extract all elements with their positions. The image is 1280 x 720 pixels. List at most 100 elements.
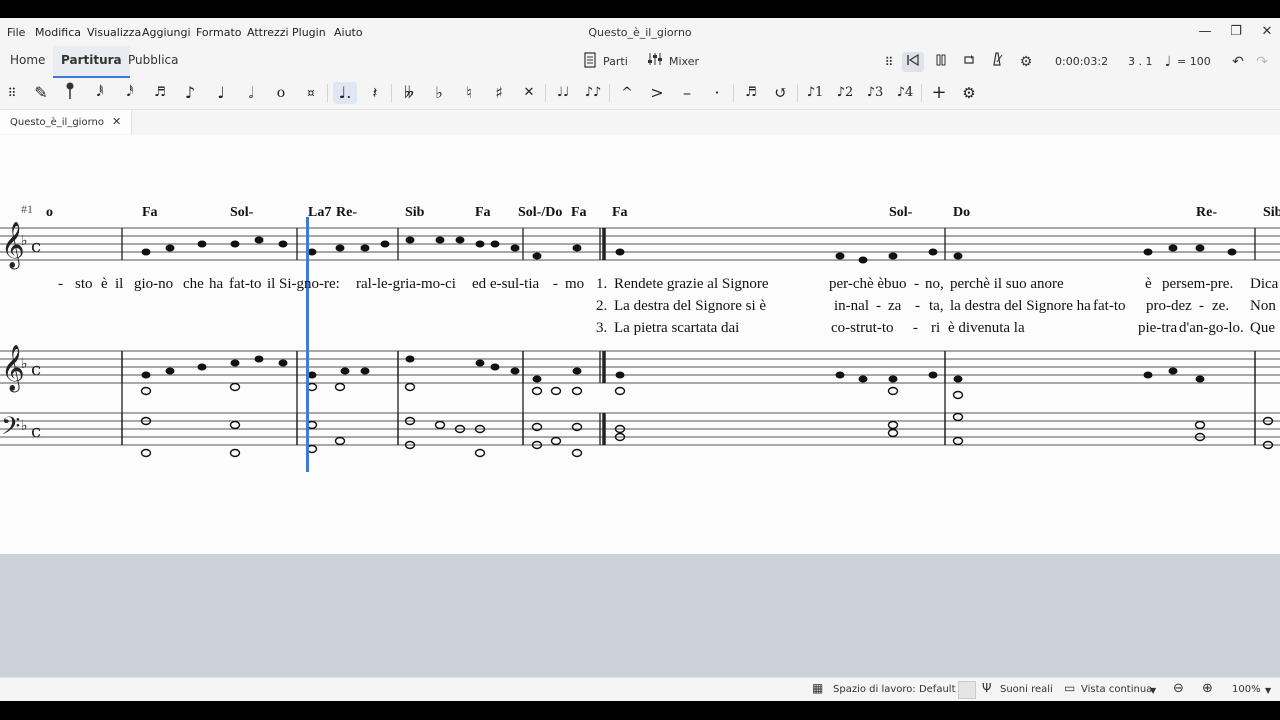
- pencil-icon[interactable]: ✎: [29, 82, 53, 104]
- natural-icon[interactable]: ♮: [457, 82, 481, 104]
- undo-icon[interactable]: ↶: [1227, 52, 1249, 72]
- lyric-syllable[interactable]: za: [888, 298, 901, 315]
- lyric-syllable[interactable]: no,: [925, 276, 944, 293]
- lyric-syllable[interactable]: Dica: [1250, 276, 1278, 293]
- tenuto-icon[interactable]: –: [675, 82, 699, 104]
- chord-symbol[interactable]: Do: [953, 205, 970, 221]
- lyric-syllable[interactable]: -: [1199, 298, 1204, 315]
- lyric-syllable[interactable]: in-nal: [834, 298, 869, 315]
- tempo-value[interactable]: = 100: [1177, 55, 1211, 68]
- sixteenth-note-icon[interactable]: ♬: [148, 82, 172, 104]
- voice-2-icon[interactable]: ♪2: [833, 82, 857, 104]
- note-input-mode-icon[interactable]: [58, 82, 82, 104]
- whole-note-icon[interactable]: o: [269, 82, 293, 104]
- menu-plugin[interactable]: Plugin: [292, 26, 326, 39]
- lyric-syllable[interactable]: il: [115, 276, 123, 293]
- half-note-icon[interactable]: 𝅗𝅥: [239, 82, 263, 104]
- staccato-icon[interactable]: ·: [705, 82, 729, 104]
- tab-partitura[interactable]: Partitura: [53, 46, 130, 78]
- lyric-syllable[interactable]: il: [267, 276, 275, 293]
- lyric-syllable[interactable]: buo: [884, 276, 907, 293]
- chord-symbol[interactable]: Fa: [475, 205, 491, 221]
- chord-symbol[interactable]: Sol-: [230, 205, 253, 221]
- zoom-in-icon[interactable]: ⊕: [1202, 681, 1213, 696]
- lyric-syllable[interactable]: La pietra scartata dai: [614, 320, 739, 337]
- chord-symbol[interactable]: Sol-/Do: [518, 205, 562, 221]
- zoom-out-icon[interactable]: ⊖: [1173, 681, 1184, 696]
- lyric-syllable[interactable]: ral-le-gria-mo-ci: [356, 276, 456, 293]
- thirtysecond-note-icon[interactable]: 𝅘𝅥𝅰: [118, 82, 142, 104]
- menu-visualizza[interactable]: Visualizza: [87, 26, 141, 39]
- lyric-syllable[interactable]: pro-dez: [1146, 298, 1192, 315]
- lyric-syllable[interactable]: sto: [75, 276, 93, 293]
- lyric-syllable[interactable]: è: [101, 276, 108, 293]
- chord-symbol[interactable]: Re-: [1196, 205, 1217, 221]
- minimize-button[interactable]: —: [1190, 22, 1220, 42]
- rewind-icon[interactable]: [902, 52, 924, 72]
- lyric-syllable[interactable]: perchè il suo anore: [950, 276, 1064, 293]
- lyric-syllable[interactable]: che: [183, 276, 204, 293]
- lyric-syllable[interactable]: La destra del Signore si è: [614, 298, 766, 315]
- voice-1-icon[interactable]: ♪1: [803, 82, 827, 104]
- double-flat-icon[interactable]: 𝄫: [397, 82, 421, 104]
- voice-4-icon[interactable]: ♪4: [893, 82, 917, 104]
- chord-symbol[interactable]: Sib: [405, 205, 424, 221]
- lyric-syllable[interactable]: Que: [1250, 320, 1275, 337]
- slur-icon[interactable]: ♪♪: [581, 82, 605, 104]
- loop-icon[interactable]: [958, 52, 980, 72]
- lyric-syllable[interactable]: e-sul-tia: [490, 276, 539, 293]
- marcato-icon[interactable]: ^: [615, 82, 639, 104]
- score-canvas[interactable]: 𝄞 ♭ c 𝄞 ♭ c 𝄢 ♭ c #1 o Fa Sol- La7 Re- Sib Fa So…: [0, 135, 1280, 554]
- chord-symbol[interactable]: Sol-: [889, 205, 912, 221]
- lyric-syllable[interactable]: Rendete grazie al Signore: [614, 276, 769, 293]
- breve-note-icon[interactable]: ¤: [299, 82, 323, 104]
- lyric-syllable[interactable]: -: [58, 276, 63, 293]
- document-tab[interactable]: Questo_è_il_giorno ✕: [0, 110, 133, 134]
- menu-formato[interactable]: Formato: [196, 26, 242, 39]
- lyric-syllable[interactable]: ze.: [1212, 298, 1229, 315]
- chord-symbol[interactable]: Sib: [1263, 205, 1280, 221]
- drag-handle-icon[interactable]: ⠿: [0, 82, 24, 104]
- flip-direction-icon[interactable]: ↺: [769, 82, 793, 104]
- voice-3-icon[interactable]: ♪3: [863, 82, 887, 104]
- quarter-note-icon[interactable]: ♩: [209, 82, 233, 104]
- menu-aggiungi[interactable]: Aggiungi: [142, 26, 191, 39]
- drag-handle-icon[interactable]: ⠿: [878, 52, 900, 72]
- workspace-icon[interactable]: ▦: [812, 681, 823, 695]
- add-icon[interactable]: +: [927, 82, 951, 104]
- view-mode-select[interactable]: Vista continua: [1081, 684, 1152, 695]
- close-window-button[interactable]: ✕: [1252, 22, 1280, 42]
- lyric-syllable[interactable]: per-chè è: [829, 276, 884, 293]
- lyric-syllable[interactable]: ed: [472, 276, 486, 293]
- parts-icon[interactable]: [579, 52, 601, 72]
- eighth-note-icon[interactable]: ♪: [178, 82, 202, 104]
- augmentation-dot-icon[interactable]: ♩.: [333, 82, 357, 104]
- tab-pubblica[interactable]: Pubblica: [128, 46, 178, 76]
- lyric-syllable[interactable]: ta,: [929, 298, 944, 315]
- menu-file[interactable]: File: [7, 26, 25, 39]
- sharp-icon[interactable]: ♯: [487, 82, 511, 104]
- workspace-label[interactable]: Spazio di lavoro: Default: [833, 684, 956, 695]
- mixer-icon[interactable]: [644, 52, 666, 72]
- playback-settings-icon[interactable]: ⚙: [1015, 52, 1037, 72]
- chord-symbol[interactable]: Fa: [612, 205, 628, 221]
- parts-button-label[interactable]: Parti: [603, 55, 628, 68]
- rest-icon[interactable]: 𝄽: [363, 82, 387, 104]
- view-mode-icon[interactable]: ▭: [1064, 681, 1075, 695]
- lyric-syllable[interactable]: Non: [1250, 298, 1276, 315]
- real-sounds-label[interactable]: Suoni reali: [1000, 684, 1053, 695]
- menu-modifica[interactable]: Modifica: [35, 26, 81, 39]
- tie-icon[interactable]: ♩♩: [551, 82, 575, 104]
- sixtyfourth-note-icon[interactable]: 𝅘𝅥𝅱: [88, 82, 112, 104]
- lyric-syllable[interactable]: -: [914, 276, 919, 293]
- mixer-button-label[interactable]: Mixer: [669, 55, 699, 68]
- lyric-syllable[interactable]: -: [876, 298, 881, 315]
- chevron-down-icon[interactable]: ▼: [1265, 686, 1271, 695]
- lyric-syllable[interactable]: la destra del Signore ha: [950, 298, 1091, 315]
- real-sounds-checkbox[interactable]: [958, 681, 976, 699]
- redo-icon[interactable]: ↷: [1251, 52, 1273, 72]
- menu-aiuto[interactable]: Aiuto: [334, 26, 363, 39]
- lyric-syllable[interactable]: co-strut-to: [831, 320, 893, 337]
- lyric-syllable[interactable]: pie-tra: [1138, 320, 1177, 337]
- lyric-syllable[interactable]: -: [913, 320, 918, 337]
